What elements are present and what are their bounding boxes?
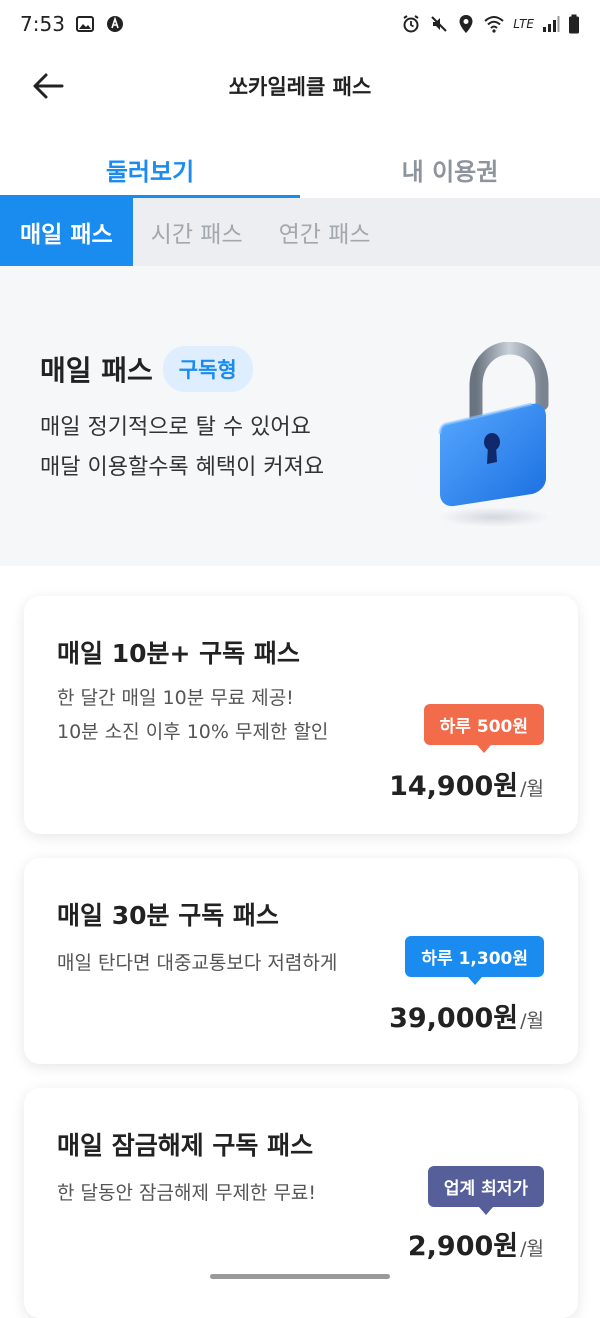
price-unit: /월 (520, 1234, 544, 1261)
subtab-daily-pass[interactable]: 매일 패스 (0, 198, 133, 266)
card-price: 14,900원 /월 (389, 764, 544, 803)
card-desc-line-1: 매일 탄다면 대중교통보다 저렴하게 (57, 946, 337, 980)
back-button[interactable] (24, 62, 72, 110)
alarm-icon (401, 14, 421, 34)
pass-card-daily-30min[interactable]: 매일 30분 구독 패스 매일 탄다면 대중교통보다 저렴하게 하루 1,300… (24, 858, 578, 1064)
card-description: 매일 탄다면 대중교통보다 저렴하게 (57, 946, 337, 980)
status-bar: 7:53 LTE (0, 0, 600, 48)
gallery-icon (75, 14, 95, 34)
status-left: 7:53 (20, 12, 125, 36)
subscription-badge: 구독형 (163, 346, 253, 392)
card-title: 매일 10분+ 구독 패스 (57, 634, 300, 670)
card-description: 한 달간 매일 10분 무료 제공! 10분 소진 이후 10% 무제한 할인 (57, 681, 328, 749)
price-amount: 2,900원 (408, 1224, 518, 1263)
lowest-price-badge: 업계 최저가 (428, 1166, 544, 1207)
card-price: 2,900원 /월 (408, 1224, 544, 1263)
card-price: 39,000원 /월 (389, 996, 544, 1035)
signal-icon (542, 15, 560, 33)
home-indicator[interactable] (210, 1274, 390, 1279)
mute-icon (429, 14, 449, 34)
app-notification-icon (105, 14, 125, 34)
lte-label: LTE (513, 17, 534, 31)
status-time: 7:53 (20, 12, 65, 36)
daily-price-badge: 하루 1,300원 (405, 936, 544, 977)
daily-price-badge: 하루 500원 (424, 704, 544, 745)
subtab-annual-pass[interactable]: 연간 패스 (261, 198, 389, 266)
status-right: LTE (401, 14, 580, 34)
hero-section: 매일 패스 구독형 매일 정기적으로 탈 수 있어요 매달 이용할수록 혜택이 … (0, 266, 600, 566)
price-amount: 14,900원 (389, 764, 518, 803)
app-bar: 쏘카일레클 패스 (0, 48, 600, 124)
page-title: 쏘카일레클 패스 (229, 71, 372, 101)
price-amount: 39,000원 (389, 996, 518, 1035)
tab-browse[interactable]: 둘러보기 (0, 140, 300, 198)
card-title: 매일 잠금해제 구독 패스 (57, 1126, 313, 1162)
main-tabs: 둘러보기 내 이용권 (0, 140, 600, 198)
battery-icon (568, 14, 580, 34)
hero-title: 매일 패스 (40, 349, 153, 389)
hero-desc-line-2: 매달 이용할수록 혜택이 커져요 (40, 448, 324, 488)
tab-my-passes[interactable]: 내 이용권 (300, 140, 600, 198)
card-title: 매일 30분 구독 패스 (57, 896, 279, 932)
card-desc-line-2: 10분 소진 이후 10% 무제한 할인 (57, 715, 328, 749)
hero-description: 매일 정기적으로 탈 수 있어요 매달 이용할수록 혜택이 커져요 (40, 408, 324, 488)
card-description: 한 달동안 잠금해제 무제한 무료! (57, 1176, 316, 1210)
price-unit: /월 (520, 774, 544, 801)
card-desc-line-1: 한 달간 매일 10분 무료 제공! (57, 681, 328, 715)
subtab-time-pass[interactable]: 시간 패스 (133, 198, 261, 266)
arrow-left-icon (32, 72, 64, 100)
sub-tabs: 매일 패스 시간 패스 연간 패스 (0, 198, 600, 266)
wifi-icon (483, 14, 505, 34)
pass-card-daily-unlock[interactable]: 매일 잠금해제 구독 패스 한 달동안 잠금해제 무제한 무료! 업계 최저가 … (24, 1088, 578, 1318)
location-icon (457, 14, 475, 34)
card-desc-line-1: 한 달동안 잠금해제 무제한 무료! (57, 1176, 316, 1210)
hero-desc-line-1: 매일 정기적으로 탈 수 있어요 (40, 408, 324, 448)
price-unit: /월 (520, 1006, 544, 1033)
lock-illustration-icon (432, 342, 562, 532)
hero-title-row: 매일 패스 구독형 (40, 346, 253, 392)
pass-card-daily-10min[interactable]: 매일 10분+ 구독 패스 한 달간 매일 10분 무료 제공! 10분 소진 … (24, 596, 578, 834)
